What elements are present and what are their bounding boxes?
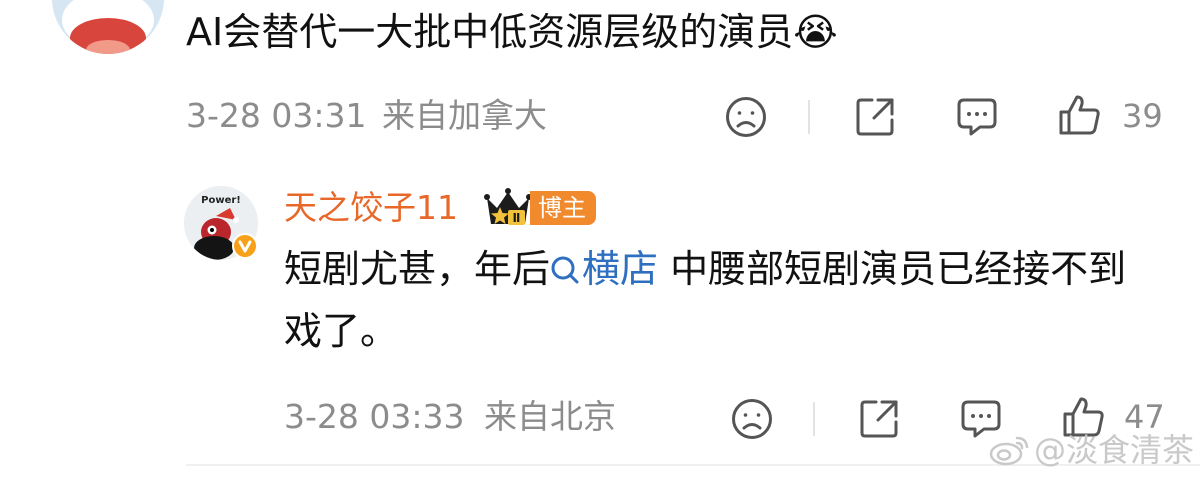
reply-username[interactable]: 天之饺子11 xyxy=(284,188,458,228)
watermark-text: @淡食清茶 xyxy=(1034,431,1195,469)
action-divider xyxy=(808,100,810,134)
share-icon[interactable] xyxy=(854,96,896,138)
topic-link[interactable]: 横店 xyxy=(550,247,658,291)
reply-text: 短剧尤甚，年后 横店 中腰部短剧演员已经接不到戏了。 xyxy=(284,240,1164,360)
crown-icon: Ⅱ xyxy=(484,186,532,228)
comment-text: AI会替代一大批中低资源层级的演员😭 xyxy=(186,10,838,54)
avatar-commenter[interactable] xyxy=(52,0,164,54)
comment-location: 来自加拿大 xyxy=(382,96,547,135)
sad-face-icon[interactable] xyxy=(730,397,774,441)
verified-v-icon xyxy=(232,233,258,259)
avatar-caption: Power! xyxy=(201,195,241,206)
crown-level: Ⅱ xyxy=(513,211,521,225)
author-badge: 博主 xyxy=(530,191,596,225)
reply-text-before: 短剧尤甚，年后 xyxy=(284,247,551,291)
search-icon xyxy=(550,244,580,302)
comment-bubble-icon[interactable] xyxy=(956,97,998,137)
comment-time: 3-28 03:31 xyxy=(186,96,367,135)
weibo-logo-icon xyxy=(988,432,1032,468)
topic-label: 横店 xyxy=(582,247,659,291)
sad-face-icon[interactable] xyxy=(724,95,768,139)
reply-time: 3-28 03:33 xyxy=(284,397,465,436)
action-divider xyxy=(813,402,815,436)
reply-location: 来自北京 xyxy=(484,397,616,436)
like-count: 39 xyxy=(1122,97,1163,135)
thumbs-up-icon[interactable] xyxy=(1058,93,1102,137)
share-icon[interactable] xyxy=(858,398,900,440)
